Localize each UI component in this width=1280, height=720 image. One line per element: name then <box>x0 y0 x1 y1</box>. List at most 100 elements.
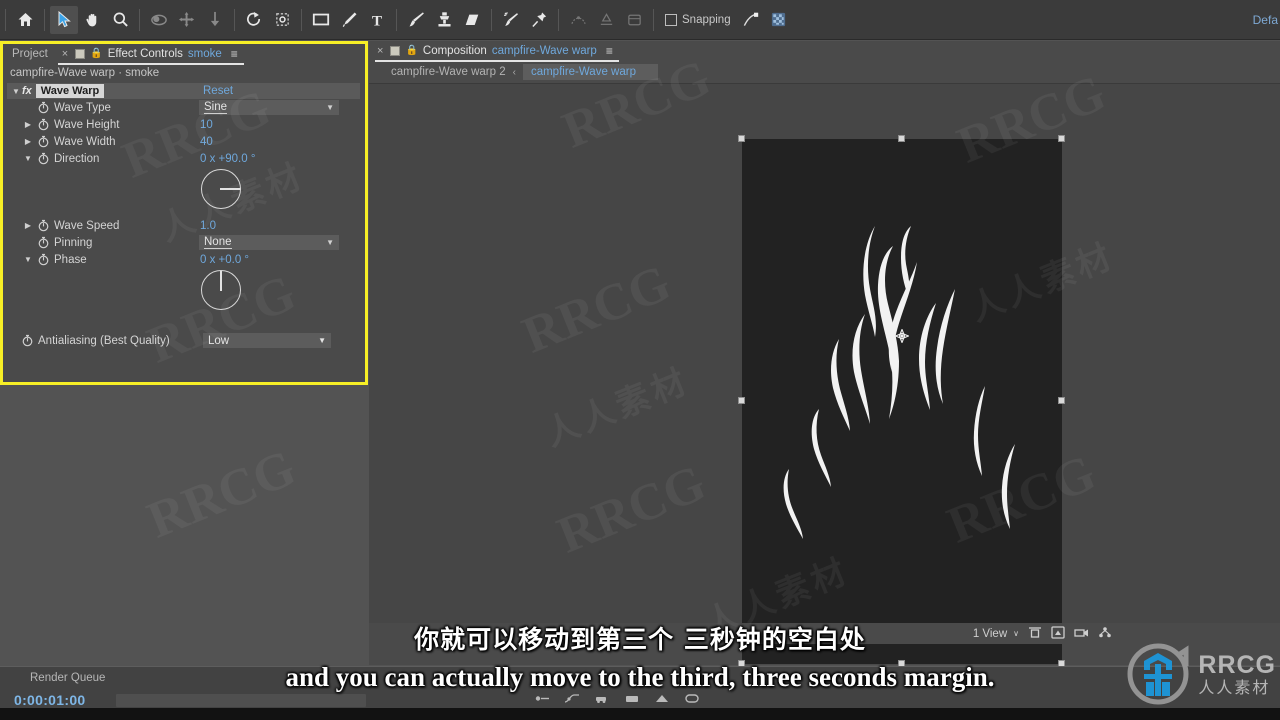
breadcrumb-current[interactable]: campfire-Wave warp <box>522 64 658 80</box>
pinning-dropdown[interactable]: None ▼ <box>199 235 339 250</box>
chevron-right-icon[interactable]: ▶ <box>23 137 33 146</box>
snapping-toggle[interactable]: Snapping <box>665 13 731 26</box>
puppet-pin-tool-icon[interactable] <box>525 6 553 34</box>
selection-handle-top-right[interactable] <box>1058 135 1065 142</box>
wave-width-value[interactable]: 40 <box>200 136 213 148</box>
align-tool-icon[interactable] <box>592 6 620 34</box>
anchor-point-icon[interactable] <box>894 328 910 344</box>
phase-value[interactable]: 0 x +0.0 ° <box>200 254 249 266</box>
toolbar-divider <box>396 8 397 31</box>
tab-composition[interactable]: × 🔒 Composition campfire-Wave warp ≡ <box>375 41 619 62</box>
chevron-right-icon[interactable]: ▶ <box>23 221 33 230</box>
property-row-wave-type[interactable]: Wave Type Sine ▼ <box>3 99 365 116</box>
property-row-wave-height[interactable]: ▶ Wave Height 10 <box>3 116 365 133</box>
phase-dial-block <box>3 268 365 318</box>
dolly-camera-tool-icon[interactable] <box>201 6 229 34</box>
selection-handle-top-center[interactable] <box>898 135 905 142</box>
toolbar-tools-group: T Snapping <box>0 5 793 35</box>
reset-button[interactable]: Reset <box>203 85 233 97</box>
toolbar-divider <box>301 8 302 31</box>
pan-camera-tool-icon[interactable] <box>173 6 201 34</box>
stopwatch-icon[interactable] <box>37 236 50 249</box>
toolbar-divider <box>44 8 45 31</box>
brush-tool-icon[interactable] <box>402 6 430 34</box>
dial-needle <box>220 271 222 291</box>
lock-icon[interactable]: 🔒 <box>405 45 417 56</box>
anchor-point-tool-icon[interactable] <box>268 6 296 34</box>
panel-menu-icon[interactable]: ≡ <box>606 44 613 58</box>
property-row-antialiasing[interactable]: Antialiasing (Best Quality) Low ▼ <box>3 332 365 349</box>
home-icon[interactable] <box>11 6 39 34</box>
stopwatch-icon[interactable] <box>37 253 50 266</box>
chevron-right-icon[interactable]: ▶ <box>23 120 33 129</box>
direction-dial[interactable] <box>201 169 241 209</box>
shy-layers-icon[interactable] <box>620 6 648 34</box>
wave-height-value[interactable]: 10 <box>200 119 213 131</box>
breadcrumb-previous[interactable]: campfire-Wave warp 2 <box>391 66 506 78</box>
motion-blur-icon[interactable] <box>534 691 550 709</box>
camera-layer-icon[interactable] <box>594 691 610 709</box>
property-row-direction[interactable]: ▼ Direction 0 x +90.0 ° <box>3 150 365 167</box>
snapping-checkbox[interactable] <box>665 13 677 26</box>
direction-value[interactable]: 0 x +90.0 ° <box>200 153 255 165</box>
light-layer-icon[interactable] <box>654 691 670 709</box>
snap-corner-icon[interactable] <box>737 6 765 34</box>
close-icon[interactable]: × <box>377 45 383 57</box>
stopwatch-icon[interactable] <box>37 219 50 232</box>
chevron-down-icon[interactable]: ▼ <box>23 154 33 163</box>
shape-tool-icon[interactable] <box>307 6 335 34</box>
toolbar-divider <box>5 8 6 31</box>
composition-canvas[interactable] <box>742 139 1062 664</box>
timeline-search-input[interactable] <box>115 693 366 707</box>
close-icon[interactable]: × <box>62 48 68 60</box>
stopwatch-icon[interactable] <box>37 118 50 131</box>
graph-editor-icon[interactable] <box>564 691 580 709</box>
zoom-tool-icon[interactable] <box>106 6 134 34</box>
lock-icon[interactable]: 🔒 <box>90 48 102 59</box>
current-timecode[interactable]: 0:00:01:00 <box>14 692 86 708</box>
pen-tool-icon[interactable] <box>335 6 363 34</box>
composition-viewer[interactable]: 1 View ∨ <box>369 83 1280 667</box>
property-row-wave-width[interactable]: ▶ Wave Width 40 <box>3 133 365 150</box>
stopwatch-icon[interactable] <box>37 152 50 165</box>
stopwatch-icon[interactable] <box>37 135 50 148</box>
rotation-tool-icon[interactable] <box>240 6 268 34</box>
selection-tool-icon[interactable] <box>50 5 78 34</box>
property-row-pinning[interactable]: Pinning None ▼ <box>3 234 365 251</box>
clone-stamp-tool-icon[interactable] <box>430 6 458 34</box>
selection-handle-middle-left[interactable] <box>738 397 745 404</box>
toolbar-divider <box>491 8 492 31</box>
chevron-down-icon[interactable]: ▼ <box>23 255 33 264</box>
panel-menu-icon[interactable]: ≡ <box>231 47 238 61</box>
property-label: Wave Width <box>54 135 116 148</box>
eraser-tool-icon[interactable] <box>458 6 486 34</box>
mask-feather-tool-icon[interactable] <box>564 6 592 34</box>
antialiasing-dropdown[interactable]: Low ▼ <box>203 333 331 348</box>
chevron-down-icon[interactable]: ▼ <box>11 87 21 96</box>
stopwatch-icon[interactable] <box>21 334 34 347</box>
tab-project[interactable]: Project <box>3 44 58 65</box>
hand-tool-icon[interactable] <box>78 6 106 34</box>
effect-header-row[interactable]: ▼ fx Wave Warp Reset <box>7 83 360 99</box>
null-layer-icon[interactable] <box>684 691 700 709</box>
stopwatch-icon[interactable] <box>37 101 50 114</box>
phase-dial[interactable] <box>201 270 241 310</box>
toolbar-divider <box>234 8 235 31</box>
solid-layer-icon[interactable] <box>624 691 640 709</box>
selection-handle-middle-right[interactable] <box>1058 397 1065 404</box>
chevron-down-icon: ▼ <box>326 238 334 247</box>
logo-latin: RRCG <box>1198 650 1276 679</box>
property-row-wave-speed[interactable]: ▶ Wave Speed 1.0 <box>3 217 365 234</box>
tab-effect-controls[interactable]: × 🔒 Effect Controls smoke ≡ <box>57 44 244 65</box>
effect-name[interactable]: Wave Warp <box>35 84 105 98</box>
property-row-phase[interactable]: ▼ Phase 0 x +0.0 ° <box>3 251 365 268</box>
workspace-label[interactable]: Defa <box>1253 13 1280 27</box>
wave-type-dropdown[interactable]: Sine ▼ <box>199 100 339 115</box>
wave-speed-value[interactable]: 1.0 <box>200 220 216 232</box>
transparency-grid-icon[interactable] <box>765 6 793 34</box>
roto-brush-tool-icon[interactable] <box>497 6 525 34</box>
orbit-camera-tool-icon[interactable] <box>145 6 173 34</box>
rrcg-logo: RRCG 人人素材 <box>1124 640 1276 708</box>
type-tool-icon[interactable]: T <box>363 6 391 34</box>
selection-handle-top-left[interactable] <box>738 135 745 142</box>
